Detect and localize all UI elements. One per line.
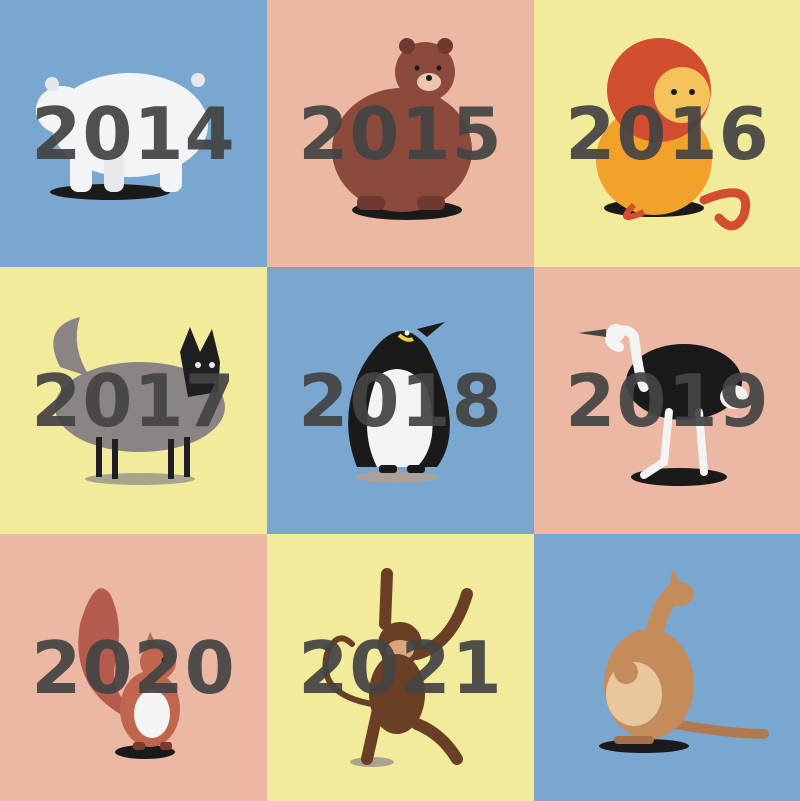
tile-2018: 2018 <box>267 267 534 534</box>
polar-bear-illustration <box>36 73 208 200</box>
tile-2021: 2021 <box>267 534 534 801</box>
tile-2016: 2016 <box>534 0 800 267</box>
tile-2017: 2017 <box>0 267 267 534</box>
wolf-illustration <box>53 317 225 485</box>
tile-2015: 2015 <box>267 0 534 267</box>
tile-2014: 2014 <box>0 0 267 267</box>
brown-bear-illustration <box>332 38 472 220</box>
ostrich-illustration <box>578 324 748 486</box>
animal-year-grid: 2014 2015 2016 2017 2018 2019 2020 2021 <box>0 0 800 801</box>
kangaroo-illustration <box>599 569 769 753</box>
tile-kangaroo <box>534 534 800 801</box>
tile-2020: 2020 <box>0 534 267 801</box>
tile-2019: 2019 <box>534 267 800 534</box>
squirrel-illustration <box>78 588 180 759</box>
lion-illustration <box>596 38 750 231</box>
monkey-illustration <box>322 568 473 767</box>
penguin-illustration <box>348 322 450 483</box>
